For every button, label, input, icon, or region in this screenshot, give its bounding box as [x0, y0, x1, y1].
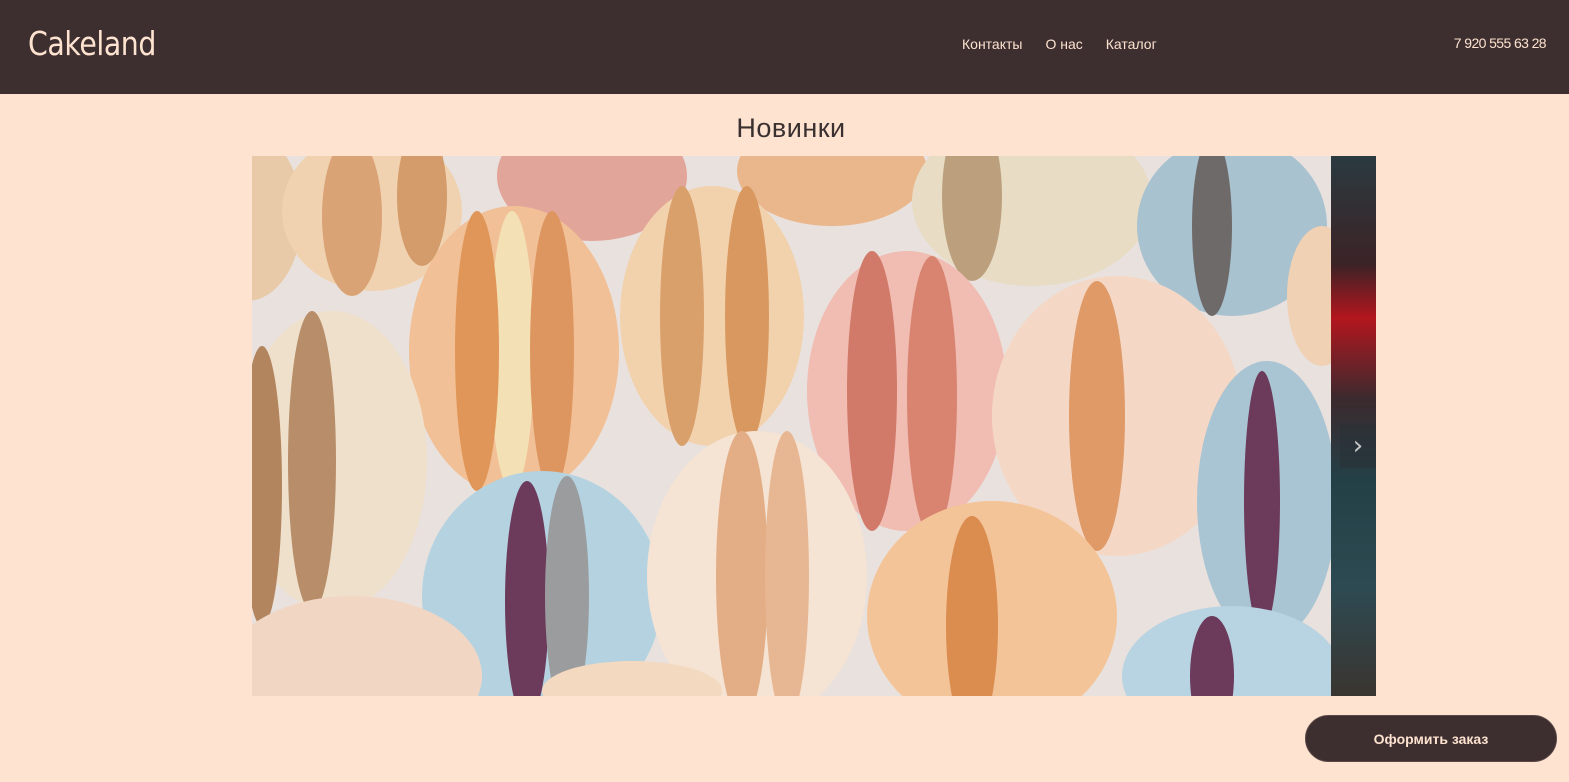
nav-link-catalog[interactable]: Каталог — [1106, 36, 1157, 52]
nav-link-about[interactable]: О нас — [1045, 36, 1082, 52]
chevron-right-icon[interactable]: › — [1340, 424, 1376, 468]
site-header: Cakeland Контакты О нас Каталог 7 920 55… — [0, 0, 1569, 94]
logo[interactable]: Cakeland — [28, 24, 156, 63]
image-slider: › — [252, 156, 1376, 696]
slide-image-macarons — [252, 156, 1331, 696]
nav-link-contacts[interactable]: Контакты — [962, 36, 1022, 52]
section-title: Новинки — [736, 113, 846, 143]
main-nav: Контакты О нас Каталог — [962, 36, 1180, 52]
order-button[interactable]: Оформить заказ — [1305, 715, 1557, 762]
macarons-photo — [252, 156, 1331, 696]
phone-number[interactable]: 7 920 555 63 28 — [1454, 35, 1547, 51]
